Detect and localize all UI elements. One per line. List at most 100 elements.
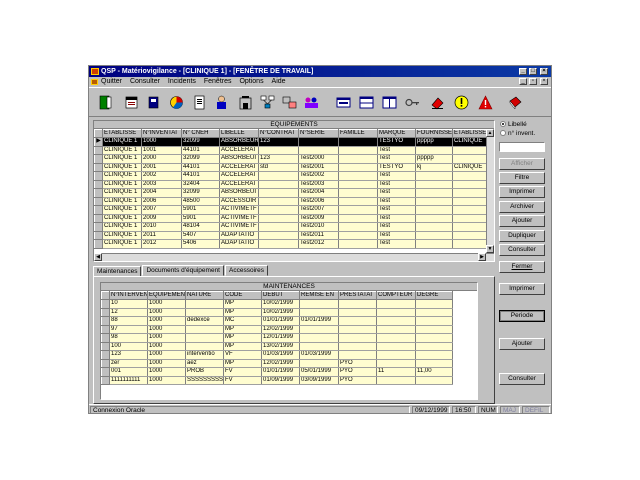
equipement-cell[interactable]: 2010 bbox=[141, 222, 182, 232]
maintenance-cell[interactable]: 12 bbox=[109, 308, 148, 317]
warning-icon[interactable] bbox=[475, 92, 496, 113]
col-intervention[interactable]: N°INTERVEN bbox=[109, 291, 148, 300]
equipement-cell[interactable]: ACTIVIMETF bbox=[219, 205, 259, 215]
row-header[interactable] bbox=[94, 145, 103, 155]
equipement-cell[interactable]: CLINIQUE 1 bbox=[102, 146, 142, 155]
equipement-cell[interactable]: 2009 bbox=[141, 214, 182, 223]
maintenance-cell[interactable]: 1000 bbox=[147, 325, 186, 334]
maintenance-cell[interactable]: MP bbox=[223, 308, 262, 317]
equipement-cell[interactable] bbox=[338, 154, 378, 164]
equipement-cell[interactable]: 2003 bbox=[141, 180, 182, 189]
equipement-cell[interactable]: kj bbox=[415, 163, 453, 172]
maintenance-cell[interactable]: 01/01/1999 bbox=[261, 367, 300, 377]
row-header[interactable] bbox=[94, 154, 103, 164]
maintenance-cell[interactable] bbox=[185, 333, 224, 343]
equipement-cell[interactable]: CLINIQUE 1 bbox=[102, 231, 142, 240]
user-icon[interactable] bbox=[211, 92, 232, 113]
menu-options[interactable]: Options bbox=[239, 77, 263, 87]
col-compteur[interactable]: COMPTEUR bbox=[376, 291, 416, 300]
equipement-cell[interactable]: ACCESSOIR bbox=[219, 197, 259, 206]
consulter-maint-button[interactable]: Consulter bbox=[499, 373, 545, 385]
equipement-cell[interactable] bbox=[452, 154, 489, 164]
equipement-cell[interactable] bbox=[298, 146, 339, 155]
maintenance-row[interactable]: 001 1000 PROB FV 01/01/1999 05/01/1999 PYO 11 11… bbox=[101, 367, 453, 377]
equipement-cell[interactable] bbox=[415, 239, 453, 249]
equipement-cell[interactable] bbox=[452, 197, 489, 206]
equipement-row[interactable]: CLINIQUE 1 2001 44101 ACCELERAT std Test2001 T… bbox=[94, 162, 489, 172]
equipement-cell[interactable]: 2000 bbox=[141, 154, 182, 164]
equipement-cell[interactable]: CLINIQUE 1 bbox=[102, 239, 142, 249]
maintenance-cell[interactable] bbox=[415, 325, 453, 334]
maintenance-cell[interactable] bbox=[415, 316, 453, 326]
building-icon[interactable] bbox=[235, 92, 256, 113]
equipement-cell[interactable] bbox=[298, 137, 339, 147]
row-header[interactable] bbox=[94, 222, 103, 232]
imprimer-maint-button[interactable]: Imprimer bbox=[499, 283, 545, 295]
row-header[interactable] bbox=[101, 307, 110, 317]
row-header[interactable] bbox=[94, 239, 103, 249]
equipements-vscroll[interactable]: ▲ ▼ bbox=[486, 129, 494, 253]
col-inventaire[interactable]: N°INVENTAI bbox=[141, 129, 182, 138]
equipement-cell[interactable] bbox=[415, 197, 453, 206]
equipement-cell[interactable]: Test2000 bbox=[298, 154, 339, 164]
network-icon[interactable] bbox=[257, 92, 278, 113]
equipement-cell[interactable]: Test2010 bbox=[298, 222, 339, 232]
maintenance-cell[interactable] bbox=[338, 350, 377, 360]
maintenance-row[interactable]: 1111111111 1000 SSSSSSSSS FV 01/09/1999 03/09… bbox=[101, 375, 453, 385]
maintenance-cell[interactable] bbox=[415, 376, 453, 385]
equipement-cell[interactable]: Test2006 bbox=[298, 197, 339, 206]
maintenance-cell[interactable]: MP bbox=[223, 359, 262, 368]
maintenance-cell[interactable]: SSSSSSSSS bbox=[185, 376, 224, 385]
maintenance-cell[interactable] bbox=[415, 299, 453, 309]
maintenance-cell[interactable] bbox=[338, 333, 377, 343]
menu-fenetres[interactable]: Fenêtres bbox=[204, 77, 232, 87]
equipement-cell[interactable] bbox=[338, 197, 378, 206]
equipement-cell[interactable]: Test bbox=[377, 180, 416, 189]
maintenance-cell[interactable] bbox=[299, 299, 339, 309]
doc-restore-button[interactable]: ▫ bbox=[529, 78, 537, 85]
maintenance-cell[interactable] bbox=[338, 342, 377, 351]
row-header[interactable] bbox=[101, 350, 110, 360]
maintenance-cell[interactable] bbox=[415, 342, 453, 351]
equipement-cell[interactable]: ADAPTATIO bbox=[219, 231, 259, 240]
maintenance-row[interactable]: 88 1000 dedexce MC 01/01/1999 01/01/1999 bbox=[101, 316, 453, 326]
equipements-grid[interactable]: EQUIPEMENTS ETABLISSE N°INVENTAI N° CNEH… bbox=[93, 120, 495, 262]
equipement-cell[interactable] bbox=[338, 180, 378, 189]
col-etablissement[interactable]: ETABLISSE bbox=[102, 129, 142, 138]
equipement-cell[interactable]: 2006 bbox=[141, 197, 182, 206]
equipement-cell[interactable] bbox=[258, 188, 299, 198]
equipement-cell[interactable] bbox=[415, 222, 453, 232]
row-header[interactable] bbox=[94, 205, 103, 215]
equipement-cell[interactable]: Test bbox=[377, 222, 416, 232]
key-icon[interactable] bbox=[402, 92, 423, 113]
maintenance-cell[interactable] bbox=[415, 333, 453, 343]
row-header[interactable] bbox=[101, 375, 110, 385]
equipement-cell[interactable] bbox=[452, 222, 489, 232]
maintenance-cell[interactable] bbox=[376, 359, 416, 368]
equipement-cell[interactable]: ADAPTATIO bbox=[219, 239, 259, 249]
maintenance-cell[interactable]: 10/02/1999 bbox=[261, 308, 300, 317]
maintenance-cell[interactable]: 001 bbox=[109, 367, 148, 377]
col-serie[interactable]: N°SERIE bbox=[298, 129, 339, 138]
maintenance-cell[interactable]: 97 bbox=[109, 325, 148, 334]
equipement-cell[interactable]: CLINIQUE 1 bbox=[102, 205, 142, 215]
equipement-cell[interactable] bbox=[452, 188, 489, 198]
equipement-cell[interactable]: ACCELERAT bbox=[219, 171, 259, 181]
col-famille[interactable]: FAMILLE bbox=[338, 129, 378, 138]
maintenance-row[interactable]: 100 1000 MP 13/02/1999 bbox=[101, 341, 453, 351]
equipement-row[interactable]: CLINIQUE 1 2006 48500 ACCESSOIR Test2006 Test bbox=[94, 196, 489, 206]
info-alert-icon[interactable] bbox=[451, 92, 472, 113]
layout-cols2-icon[interactable] bbox=[333, 92, 354, 113]
equipement-cell[interactable]: Test2004 bbox=[298, 188, 339, 198]
maintenance-cell[interactable]: 11 bbox=[376, 367, 416, 377]
layout-cols-icon[interactable] bbox=[379, 92, 400, 113]
equipement-cell[interactable]: TESTYO bbox=[377, 137, 416, 147]
maintenance-cell[interactable]: PROB bbox=[185, 367, 224, 377]
ajouter-button[interactable]: Ajouter bbox=[499, 215, 545, 227]
equipement-cell[interactable]: TESTYO bbox=[377, 163, 416, 172]
equipement-row[interactable]: CLINIQUE 1 2012 5406 ADAPTATIO Test2012 Test bbox=[94, 239, 489, 249]
maintenance-cell[interactable]: interventio bbox=[185, 350, 224, 360]
maintenance-cell[interactable]: VF bbox=[223, 350, 262, 360]
maintenance-cell[interactable] bbox=[185, 342, 224, 351]
equipement-cell[interactable]: 2004 bbox=[141, 188, 182, 198]
